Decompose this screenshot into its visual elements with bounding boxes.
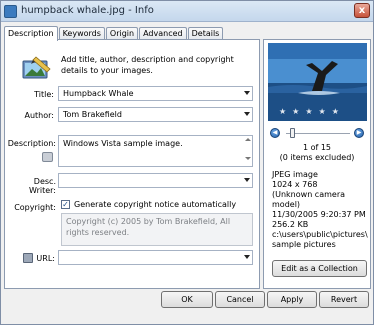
description-label: Description: — [7, 139, 56, 148]
window-title: humpback whale.jpg - Info — [21, 5, 154, 16]
copyright-label: Copyright: — [14, 203, 56, 212]
generate-copyright-checkbox[interactable]: ✓ — [61, 200, 70, 209]
description-value: Windows Vista sample image. — [63, 139, 183, 148]
dialog-footer: OK Cancel Apply Revert — [1, 291, 373, 324]
close-button[interactable]: x — [354, 3, 370, 18]
image-file-icon — [4, 5, 17, 18]
dimensions: 1024 x 768 — [272, 180, 318, 189]
spellcheck-icon[interactable] — [42, 152, 53, 162]
author-label: Author: — [24, 111, 55, 120]
title-value: Humpback Whale — [63, 89, 134, 98]
chevron-down-icon[interactable] — [244, 91, 250, 95]
scroll-down-icon[interactable] — [245, 157, 251, 160]
star-icon[interactable]: ★ — [305, 107, 312, 116]
apply-button[interactable]: Apply — [267, 291, 317, 308]
title-bar[interactable]: humpback whale.jpg - Info x — [1, 1, 373, 22]
skip-back-icon[interactable]: ◀ — [270, 128, 280, 138]
file-date: 11/30/2005 9:20:37 PM — [272, 210, 366, 219]
url-icon — [23, 253, 33, 263]
intro-text: Add title, author, description and copyr… — [61, 55, 234, 75]
chevron-down-icon[interactable] — [244, 112, 250, 116]
cancel-button[interactable]: Cancel — [215, 291, 265, 308]
url-label: URL: — [36, 254, 55, 263]
info-window: humpback whale.jpg - Info x Description … — [0, 0, 374, 325]
tab-description[interactable]: Description — [4, 26, 58, 41]
navigation-row: ◀ ▶ — [270, 128, 366, 140]
path-line-1: c:\users\public\pictures\ — [272, 230, 368, 239]
author-value: Tom Brakefield — [63, 110, 122, 119]
copyright-field: Copyright (c) 2005 by Tom Brakefield, Al… — [61, 213, 253, 246]
file-type: JPEG image — [272, 170, 318, 179]
author-field[interactable]: Tom Brakefield — [58, 107, 253, 122]
star-icon[interactable]: ★ — [279, 107, 286, 116]
position-slider-thumb[interactable] — [290, 128, 295, 138]
description-scrollbar[interactable] — [245, 138, 251, 164]
file-size: 256.2 KB — [272, 220, 309, 229]
revert-button[interactable]: Revert — [319, 291, 369, 308]
position-slider-track[interactable] — [286, 133, 350, 134]
file-metadata: JPEG image 1024 x 768 (Unknown camera mo… — [272, 170, 370, 230]
desc-writer-field[interactable] — [58, 173, 253, 188]
url-field[interactable] — [58, 250, 253, 265]
scroll-up-icon[interactable] — [245, 138, 251, 141]
desc-writer-label: Desc. Writer: — [29, 177, 56, 195]
excluded-text: (0 items excluded) — [279, 153, 355, 162]
title-label: Title: — [34, 90, 54, 99]
preview-pane: ★ ★ ★ ★ ★ ◀ ▶ 1 of 15 (0 items excluded)… — [263, 39, 371, 289]
tab-strip: Description Keywords Origin Advanced Det… — [4, 26, 224, 41]
position-text: 1 of 15 — [302, 143, 332, 152]
description-panel: Add title, author, description and copyr… — [4, 39, 260, 289]
star-icon[interactable]: ★ — [319, 107, 326, 116]
skip-forward-icon[interactable]: ▶ — [354, 128, 364, 138]
edit-as-collection-button[interactable]: Edit as a Collection — [272, 260, 367, 277]
ok-button[interactable]: OK — [161, 291, 213, 308]
star-icon[interactable]: ★ — [332, 107, 339, 116]
chevron-down-icon[interactable] — [244, 255, 250, 259]
file-path: c:\users\public\pictures\ sample picture… — [272, 230, 368, 250]
edit-picture-icon — [22, 56, 51, 79]
path-line-2: sample pictures — [272, 240, 336, 249]
camera-model: (Unknown camera model) — [272, 190, 346, 209]
rating-stars[interactable]: ★ ★ ★ ★ ★ — [279, 107, 339, 116]
star-icon[interactable]: ★ — [292, 107, 299, 116]
generate-copyright-label[interactable]: Generate copyright notice automatically — [74, 200, 236, 209]
description-field[interactable]: Windows Vista sample image. — [58, 135, 253, 167]
chevron-down-icon[interactable] — [244, 178, 250, 182]
title-field[interactable]: Humpback Whale — [58, 86, 253, 101]
